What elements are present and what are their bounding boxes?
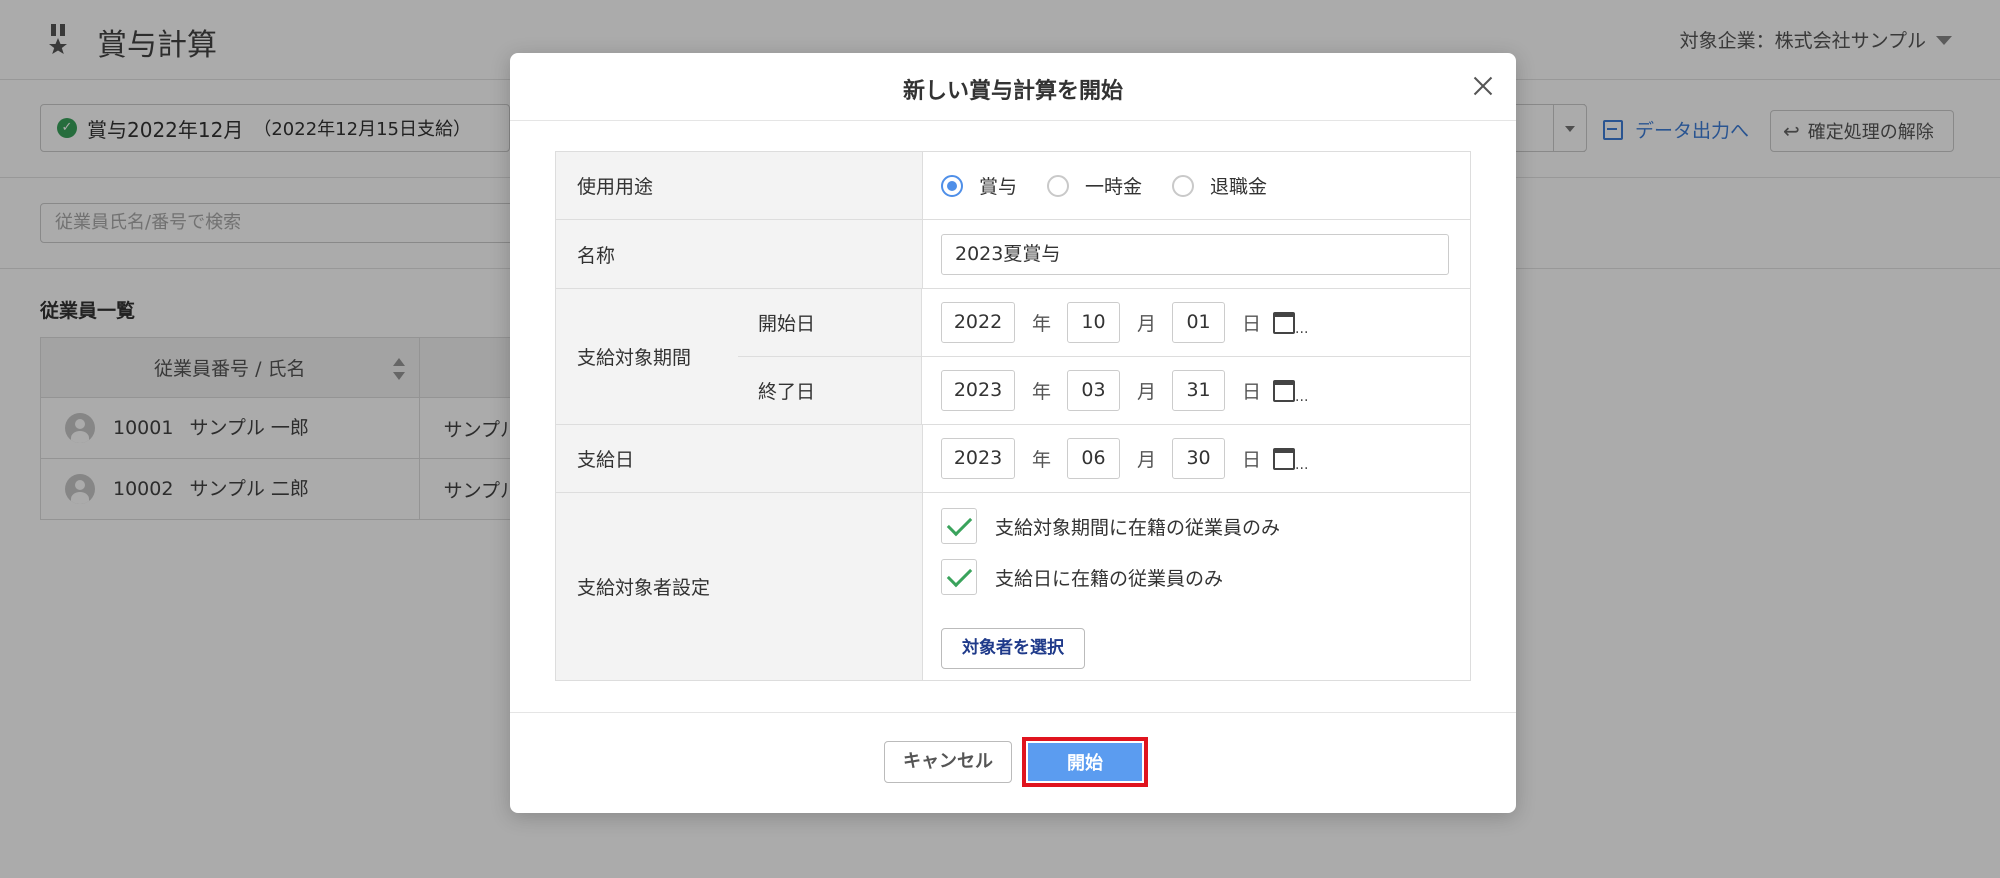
pay-date-fields: 2023 年 06 月 30 日 ... <box>922 425 1471 492</box>
name-label: 名称 <box>555 220 923 288</box>
end-date-fields: 2023 年 03 月 31 日 ... <box>922 357 1471 424</box>
start-button[interactable]: 開始 <box>1022 737 1148 787</box>
pay-date-row: 支給日 2023 年 06 月 30 日 ... <box>555 425 1471 493</box>
pay-day-input[interactable]: 30 <box>1172 438 1226 479</box>
radio-bonus-label[interactable]: 賞与 <box>979 172 1017 199</box>
usage-label: 使用用途 <box>555 152 923 219</box>
checkbox-icon[interactable] <box>941 508 977 544</box>
day-unit: 日 <box>1242 449 1262 471</box>
year-unit: 年 <box>1032 449 1052 471</box>
target-check-period-label[interactable]: 支給対象期間に在籍の従業員のみ <box>995 513 1280 540</box>
target-options: 支給対象期間に在籍の従業員のみ 支給日に在籍の従業員のみ 対象者を選択 <box>922 493 1471 680</box>
dialog-header: 新しい賞与計算を開始 <box>510 53 1516 121</box>
calendar-icon[interactable] <box>1273 447 1296 470</box>
radio-retirement[interactable] <box>1172 174 1195 197</box>
start-month-input[interactable]: 10 <box>1067 302 1121 343</box>
dialog-title: 新しい賞与計算を開始 <box>902 79 1123 104</box>
target-row: 支給対象者設定 支給対象期間に在籍の従業員のみ 支給日に在籍の従業員のみ 対象者… <box>555 493 1471 681</box>
start-button-label[interactable]: 開始 <box>1026 741 1144 783</box>
usage-options: 賞与 一時金 退職金 <box>922 152 1471 219</box>
usage-row: 使用用途 賞与 一時金 退職金 <box>555 152 1471 220</box>
period-label: 支給対象期間 <box>555 289 739 424</box>
name-cell: 2023夏賞与 <box>922 220 1471 288</box>
month-unit: 月 <box>1137 449 1157 471</box>
dialog-footer-divider <box>510 712 1516 713</box>
target-check-paydate-label[interactable]: 支給日に在籍の従業員のみ <box>995 564 1223 591</box>
start-year-input[interactable]: 2022 <box>941 302 1015 343</box>
name-row: 名称 2023夏賞与 <box>555 220 1471 289</box>
select-targets-button[interactable]: 対象者を選択 <box>941 628 1085 669</box>
calendar-more[interactable]: ... <box>1295 457 1308 473</box>
radio-lump-sum[interactable] <box>1047 174 1070 197</box>
calendar-more[interactable]: ... <box>1295 321 1308 337</box>
day-unit: 日 <box>1242 381 1262 403</box>
end-year-input[interactable]: 2023 <box>941 370 1015 411</box>
checkbox-icon[interactable] <box>941 559 977 595</box>
start-date-fields: 2022 年 10 月 01 日 ... <box>922 289 1471 357</box>
calendar-icon[interactable] <box>1273 311 1296 334</box>
new-bonus-dialog: 新しい賞与計算を開始 使用用途 賞与 一時金 退職金 名称 2023夏賞与 支給… <box>510 53 1516 813</box>
calendar-more[interactable]: ... <box>1295 389 1308 405</box>
year-unit: 年 <box>1032 313 1052 335</box>
target-check-period[interactable]: 支給対象期間に在籍の従業員のみ <box>941 508 1280 544</box>
target-label: 支給対象者設定 <box>555 493 923 680</box>
calendar-icon[interactable] <box>1273 379 1296 402</box>
end-day-input[interactable]: 31 <box>1172 370 1226 411</box>
period-row: 支給対象期間 開始日 終了日 2022 年 10 月 01 日 ... 2023… <box>555 289 1471 425</box>
start-day-input[interactable]: 01 <box>1172 302 1226 343</box>
radio-bonus[interactable] <box>941 174 963 197</box>
bonus-form: 使用用途 賞与 一時金 退職金 名称 2023夏賞与 支給対象期間 開始日 終了… <box>555 151 1471 681</box>
name-input[interactable]: 2023夏賞与 <box>941 233 1449 275</box>
pay-year-input[interactable]: 2023 <box>941 438 1015 479</box>
end-month-input[interactable]: 03 <box>1067 370 1121 411</box>
radio-retirement-label[interactable]: 退職金 <box>1210 172 1267 199</box>
start-date-label: 開始日 <box>738 289 922 357</box>
radio-lump-sum-label[interactable]: 一時金 <box>1085 172 1142 199</box>
year-unit: 年 <box>1032 381 1052 403</box>
cancel-button[interactable]: キャンセル <box>884 741 1012 783</box>
month-unit: 月 <box>1137 313 1157 335</box>
end-date-label: 終了日 <box>738 357 922 424</box>
close-icon[interactable] <box>1468 71 1498 101</box>
day-unit: 日 <box>1242 313 1262 335</box>
pay-month-input[interactable]: 06 <box>1067 438 1121 479</box>
pay-date-label: 支給日 <box>555 425 923 492</box>
target-check-paydate[interactable]: 支給日に在籍の従業員のみ <box>941 559 1223 595</box>
month-unit: 月 <box>1137 381 1157 403</box>
